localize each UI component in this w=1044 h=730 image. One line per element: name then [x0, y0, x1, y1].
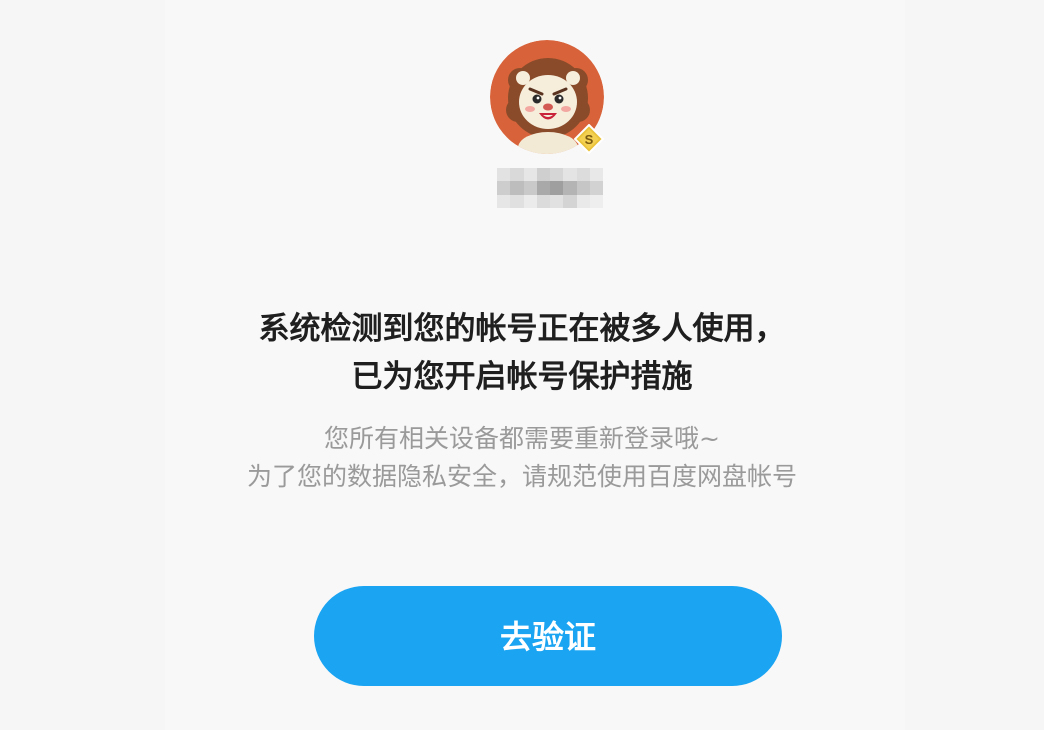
username-blurred: [497, 168, 603, 208]
description-line-2: 为了您的数据隐私安全，请规范使用百度网盘帐号: [246, 462, 797, 491]
svip-s-badge-icon: S: [573, 123, 605, 155]
description-line-1: 您所有相关设备都需要重新登录哦~: [324, 424, 720, 453]
badge-letter: S: [585, 132, 594, 147]
headline-line-1: 系统检测到您的帐号正在被多人使用，: [258, 311, 786, 347]
page-title: 系统检测到您的帐号正在被多人使用， 已为您开启帐号保护措施: [0, 305, 1044, 401]
avatar: S: [490, 40, 608, 158]
account-protection-page: S 系统检测到您的帐号正在被多人使用， 已为您开启帐号保护措施 您所有相关设备都…: [0, 0, 1044, 730]
headline-line-2: 已为您开启帐号保护措施: [351, 359, 693, 395]
description: 您所有相关设备都需要重新登录哦~ 为了您的数据隐私安全，请规范使用百度网盘帐号: [0, 420, 1044, 496]
verify-button[interactable]: 去验证: [314, 586, 782, 686]
